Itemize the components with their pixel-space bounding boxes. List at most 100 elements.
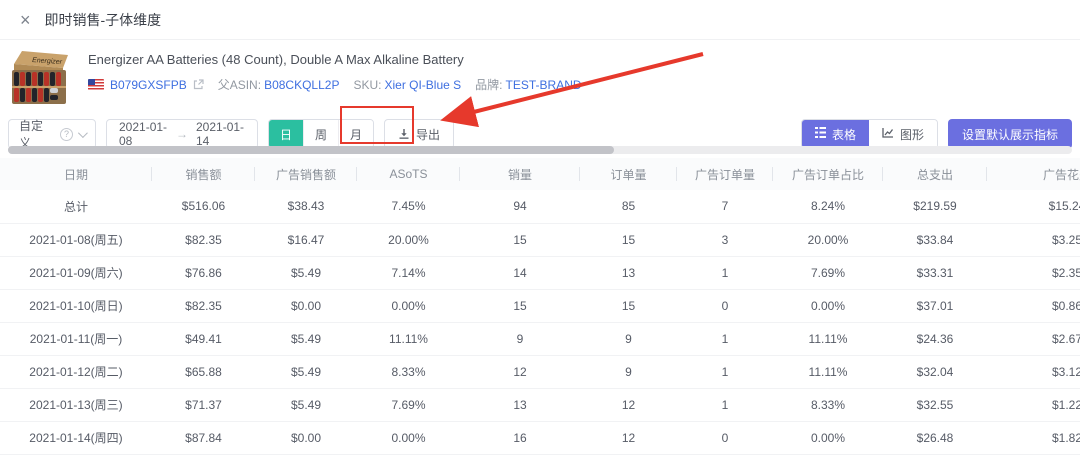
help-icon: ? bbox=[60, 127, 73, 141]
cell-value: 16 bbox=[460, 421, 580, 455]
cell-value: 7 bbox=[677, 190, 773, 224]
cell-value: $82.35 bbox=[152, 223, 255, 257]
cell-value: 8.33% bbox=[357, 355, 460, 389]
parent-asin-label: 父ASIN: bbox=[217, 78, 262, 92]
cell-value: $5.49 bbox=[255, 322, 357, 356]
cell-value: $32.55 bbox=[883, 388, 987, 422]
cell-date: 总计 bbox=[0, 190, 152, 224]
default-metrics-settings-button[interactable]: 设置默认展示指标 bbox=[947, 119, 1072, 149]
cell-value: $49.41 bbox=[152, 322, 255, 356]
cell-value: $0.00 bbox=[255, 289, 357, 323]
cell-value: 0 bbox=[677, 421, 773, 455]
cell-value: $32.04 bbox=[883, 355, 987, 389]
date-start: 2021-01-08 bbox=[119, 120, 168, 148]
cell-value: $65.88 bbox=[152, 355, 255, 389]
cell-value: 1 bbox=[677, 355, 773, 389]
cell-value: 7.69% bbox=[357, 388, 460, 422]
cell-value: $0.86 bbox=[987, 289, 1080, 323]
cell-value: 7.45% bbox=[357, 190, 460, 224]
page-title: 即时销售-子体维度 bbox=[44, 11, 162, 28]
sku-link[interactable]: Xier QI-Blue S bbox=[384, 78, 461, 92]
cell-value: 0.00% bbox=[357, 421, 460, 455]
download-icon bbox=[398, 128, 410, 140]
metrics-table-container: 日期销售额广告销售额ASoTS销量订单量广告订单量广告订单占比总支出广告花费 总… bbox=[0, 158, 1080, 455]
cell-value: $37.01 bbox=[883, 289, 987, 323]
cell-value: 1 bbox=[677, 256, 773, 290]
cell-value: $2.67 bbox=[987, 322, 1080, 356]
column-header-3: ASoTS bbox=[357, 158, 460, 190]
cell-value: $2.35 bbox=[987, 256, 1080, 290]
cell-value: $26.48 bbox=[883, 421, 987, 455]
cell-value: 14 bbox=[460, 256, 580, 290]
cell-value: 7.69% bbox=[773, 256, 883, 290]
cell-value: 15 bbox=[580, 223, 677, 257]
asin-link[interactable]: B079GXSFPB bbox=[110, 78, 187, 92]
table-view-button[interactable]: 表格 bbox=[801, 120, 869, 148]
chart-view-label: 图形 bbox=[899, 127, 924, 142]
cell-value: 9 bbox=[580, 322, 677, 356]
granularity-week-button[interactable]: 周 bbox=[303, 120, 339, 148]
column-header-8: 总支出 bbox=[883, 158, 987, 190]
close-icon[interactable]: × bbox=[20, 11, 31, 29]
granularity-day-button[interactable]: 日 bbox=[269, 120, 304, 148]
export-button[interactable]: 导出 bbox=[384, 119, 455, 149]
column-header-2: 广告销售额 bbox=[255, 158, 357, 190]
cell-value: $516.06 bbox=[152, 190, 255, 224]
column-header-5: 订单量 bbox=[580, 158, 677, 190]
granularity-month-button[interactable]: 月 bbox=[338, 120, 374, 148]
cell-date: 2021-01-09(周六) bbox=[0, 256, 152, 290]
cell-value: 8.24% bbox=[773, 190, 883, 224]
table-row: 2021-01-14(周四) $87.84 $0.00 0.00% 16 12 0 0.00%… bbox=[0, 421, 1080, 455]
cell-value: 15 bbox=[580, 289, 677, 323]
cell-value: 12 bbox=[460, 355, 580, 389]
cell-value: $15.24 bbox=[987, 190, 1080, 224]
product-title: Energizer AA Batteries (48 Count), Doubl… bbox=[88, 52, 464, 67]
metrics-table: 日期销售额广告销售额ASoTS销量订单量广告订单量广告订单占比总支出广告花费 总… bbox=[0, 158, 1080, 455]
external-link-icon[interactable] bbox=[193, 79, 204, 90]
product-summary: Energizer Energizer AA Batteries (48 Cou… bbox=[0, 40, 1080, 106]
table-row-total: 总计 $516.06 $38.43 7.45% 94 85 7 8.24% $219.59 $15… bbox=[0, 190, 1080, 224]
cell-value: 11.11% bbox=[773, 355, 883, 389]
column-header-7: 广告订单占比 bbox=[773, 158, 883, 190]
toolbar: 自定义 ? 2021-01-08 → 2021-01-14 日 周 月 导出 表… bbox=[0, 106, 1080, 150]
date-range-picker[interactable]: 2021-01-08 → 2021-01-14 bbox=[106, 119, 258, 149]
export-label: 导出 bbox=[416, 127, 441, 142]
column-header-9: 广告花费 bbox=[987, 158, 1080, 190]
cell-value: $33.31 bbox=[883, 256, 987, 290]
cell-value: $3.25 bbox=[987, 223, 1080, 257]
horizontal-scrollbar-track[interactable] bbox=[8, 146, 1072, 154]
cell-value: $5.49 bbox=[255, 388, 357, 422]
cell-value: 8.33% bbox=[773, 388, 883, 422]
date-range-arrow-icon: → bbox=[176, 127, 188, 141]
parent-asin-link[interactable]: B08CKQLL2P bbox=[264, 78, 339, 92]
column-header-6: 广告订单量 bbox=[677, 158, 773, 190]
cell-value: 20.00% bbox=[357, 223, 460, 257]
cell-value: 13 bbox=[460, 388, 580, 422]
cell-value: 0.00% bbox=[357, 289, 460, 323]
cell-value: 0 bbox=[677, 289, 773, 323]
cell-value: 20.00% bbox=[773, 223, 883, 257]
cell-date: 2021-01-12(周二) bbox=[0, 355, 152, 389]
cell-value: $5.49 bbox=[255, 355, 357, 389]
cell-value: 15 bbox=[460, 289, 580, 323]
date-preset-select[interactable]: 自定义 ? bbox=[8, 119, 96, 150]
us-flag-icon bbox=[88, 79, 104, 90]
titlebar: × 即时销售-子体维度 bbox=[0, 0, 1080, 40]
view-toggle: 表格 图形 bbox=[800, 119, 938, 149]
brand-link[interactable]: TEST-BRAND bbox=[506, 78, 582, 92]
chart-view-button[interactable]: 图形 bbox=[868, 120, 937, 148]
sku-label: SKU: bbox=[353, 77, 382, 92]
cell-date: 2021-01-11(周一) bbox=[0, 322, 152, 356]
cell-date: 2021-01-14(周四) bbox=[0, 421, 152, 455]
table-header-row: 日期销售额广告销售额ASoTS销量订单量广告订单量广告订单占比总支出广告花费 bbox=[0, 158, 1080, 190]
horizontal-scrollbar-thumb[interactable] bbox=[8, 146, 615, 154]
cell-value: 12 bbox=[580, 388, 677, 422]
column-header-0: 日期 bbox=[0, 158, 152, 190]
granularity-toggle: 日 周 月 bbox=[268, 119, 375, 149]
cell-value: 12 bbox=[580, 421, 677, 455]
cell-value: 9 bbox=[460, 322, 580, 356]
cell-value: $87.84 bbox=[152, 421, 255, 455]
cell-value: 1 bbox=[677, 388, 773, 422]
cell-value: $24.36 bbox=[883, 322, 987, 356]
product-image: Energizer bbox=[8, 50, 74, 106]
